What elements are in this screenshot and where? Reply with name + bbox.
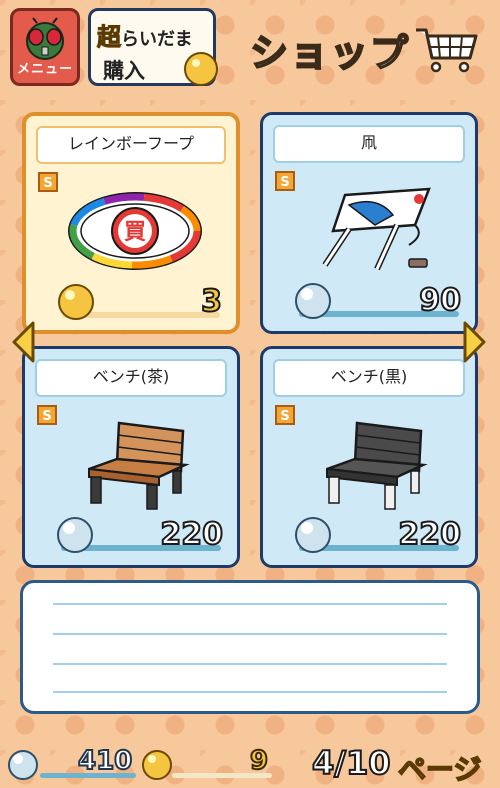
coin-count: 9 <box>249 745 269 777</box>
menu-label: メニュー <box>16 62 73 77</box>
pearl-icon <box>295 517 331 553</box>
raidama-title: 超らいだま <box>97 17 193 52</box>
ruled-line <box>53 633 447 635</box>
item-name: レインボーフープ <box>36 126 226 164</box>
pearl-icon <box>57 517 93 553</box>
gold-coin-icon <box>58 284 94 320</box>
pearl-icon <box>8 750 38 780</box>
rank-badge: S <box>275 171 295 191</box>
next-page-arrow-icon[interactable] <box>462 320 488 364</box>
pearl-count: 410 <box>77 745 133 777</box>
super-prefix: 超 <box>97 23 122 52</box>
pearl-icon <box>295 283 331 319</box>
rank-badge: S <box>38 172 58 192</box>
item-card-rainbow-hoop[interactable]: レインボーフープ S 買 3 <box>22 112 240 334</box>
item-name: 凧 <box>273 125 465 163</box>
raidama-label: らいだま <box>121 29 193 50</box>
ruled-line <box>53 691 447 693</box>
item-description-box <box>20 580 480 714</box>
brown-bench-icon <box>88 421 190 510</box>
shopping-cart-icon <box>416 28 478 73</box>
item-price: 220 <box>397 516 462 553</box>
rainbow-hoop-icon: 買 <box>68 192 202 270</box>
item-name: ベンチ(黒) <box>273 359 465 397</box>
gold-coin-icon <box>142 750 172 780</box>
hoop-kanji: 買 <box>124 220 146 245</box>
item-price: 3 <box>200 283 223 320</box>
item-card-kite[interactable]: 凧 S 90 <box>260 112 478 334</box>
item-card-brown-bench[interactable]: ベンチ(茶) S 220 <box>22 346 240 568</box>
rank-badge: S <box>37 405 57 425</box>
kite-icon <box>322 187 431 271</box>
ruled-line <box>53 603 447 605</box>
buy-super-raidama-button[interactable]: 超らいだま 購入 <box>88 8 218 86</box>
rank-badge: S <box>275 405 295 425</box>
rider-mask-icon <box>26 17 64 60</box>
item-price: 90 <box>418 282 462 319</box>
item-card-black-bench[interactable]: ベンチ(黒) S 220 <box>260 346 478 568</box>
item-price: 220 <box>159 516 224 553</box>
gold-coin-icon <box>184 52 218 86</box>
ruled-line <box>53 663 447 665</box>
previous-page-arrow-icon[interactable] <box>10 320 36 364</box>
page-title: ショップ <box>249 30 411 76</box>
item-name: ベンチ(茶) <box>35 359 227 397</box>
black-bench-icon <box>326 421 428 510</box>
page-label: ページ <box>397 752 482 787</box>
menu-button[interactable]: メニュー <box>10 8 80 86</box>
page-indicator: 4/10 <box>311 743 391 783</box>
buy-label: 購入 <box>103 59 145 83</box>
